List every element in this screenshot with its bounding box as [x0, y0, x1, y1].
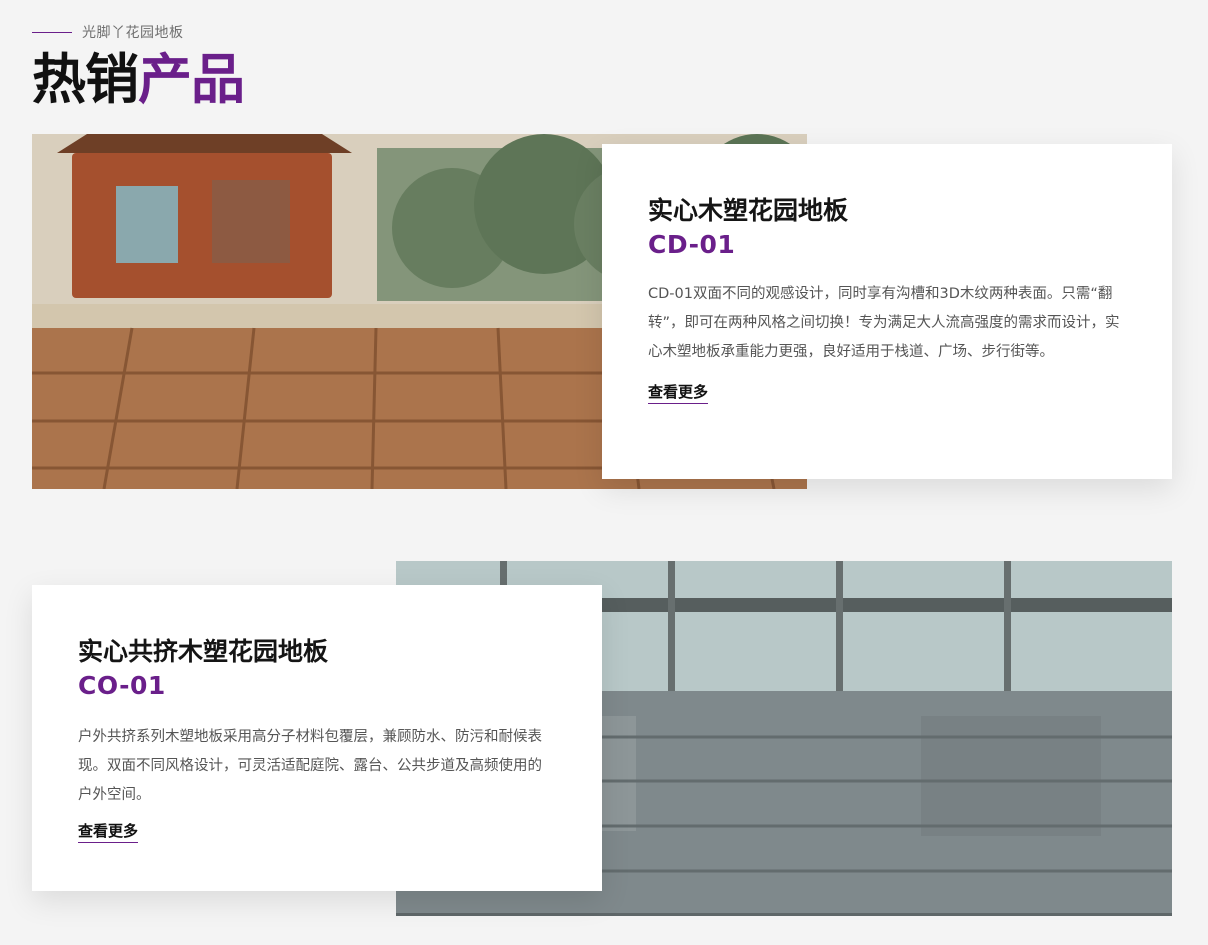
view-more-link[interactable]: 查看更多 [648, 383, 709, 404]
product-title: 实心共挤木塑花园地板 [78, 637, 329, 666]
product-code: CD-01 [648, 230, 736, 259]
section-title: 热销产品 [32, 46, 245, 114]
section-title-accent: 产品 [138, 48, 245, 111]
hot-products-section: 光脚丫花园地板 热销产品 实心木塑花园地板 CD-01 CD-01双面不同的观感… [0, 0, 1208, 945]
product-card-co01: 实心共挤木塑花园地板 CO-01 户外共挤系列木塑地板采用高分子材料包覆层，兼顾… [32, 585, 602, 891]
product-title: 实心木塑花园地板 [648, 196, 849, 225]
product-description: CD-01双面不同的观感设计，同时享有沟槽和3D木纹两种表面。只需“翻转”，即可… [648, 286, 1120, 360]
product-code: CO-01 [78, 671, 166, 700]
product-card-cd01: 实心木塑花园地板 CD-01 CD-01双面不同的观感设计，同时享有沟槽和3D木… [602, 144, 1172, 479]
section-title-main: 热销 [32, 48, 139, 111]
section-eyebrow: 光脚丫花园地板 [32, 22, 184, 42]
eyebrow-text: 光脚丫花园地板 [82, 25, 184, 41]
product-description: 户外共挤系列木塑地板采用高分子材料包覆层，兼顾防水、防污和耐候表现。双面不同风格… [78, 729, 542, 803]
eyebrow-divider [32, 31, 72, 33]
view-more-link[interactable]: 查看更多 [78, 822, 139, 843]
